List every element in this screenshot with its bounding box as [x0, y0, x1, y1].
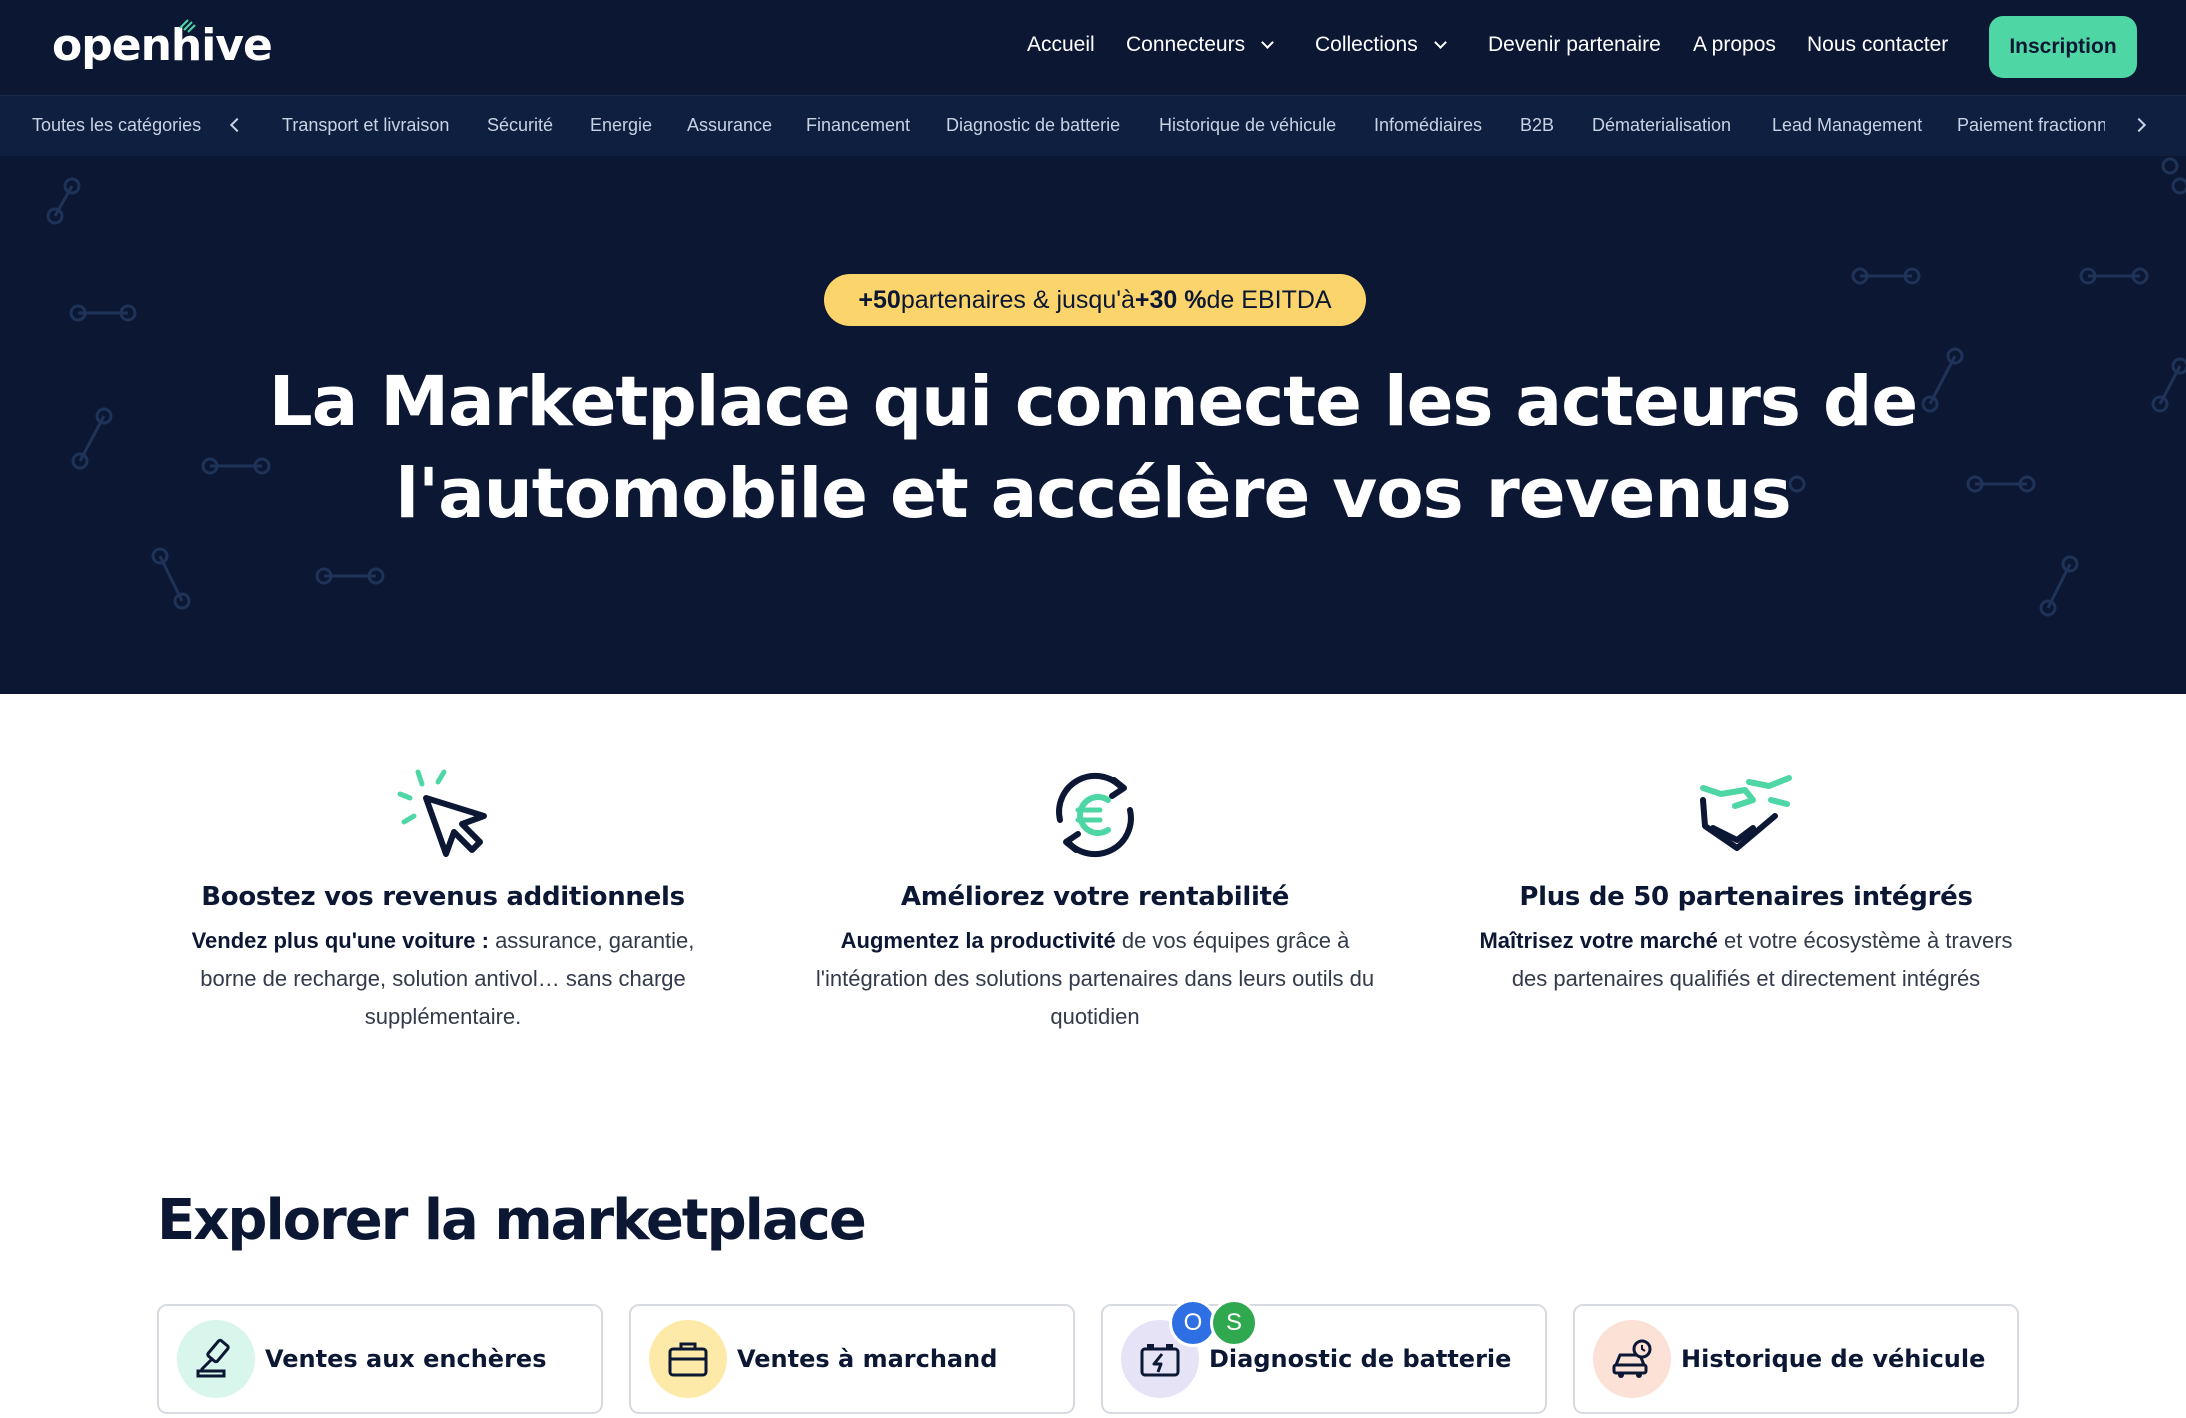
category-item[interactable]: Financement [806, 115, 910, 136]
card-ventes-marchand[interactable]: Ventes à marchand [629, 1304, 1075, 1414]
chevron-right-icon[interactable] [2131, 117, 2147, 133]
feature-title: Boostez vos revenus additionnels [201, 882, 685, 912]
card-label: Historique de véhicule [1681, 1345, 1986, 1373]
category-item[interactable]: Paiement fractionn [1957, 115, 2105, 136]
avatar[interactable]: S [1210, 1299, 1258, 1347]
card-label: Ventes à marchand [737, 1345, 998, 1373]
card-ventes-encheres[interactable]: Ventes aux enchères [157, 1304, 603, 1414]
category-item[interactable]: B2B [1520, 115, 1554, 136]
explore-title: Explorer la marketplace [157, 1188, 867, 1253]
feature-description: Maîtrisez votre marché et votre écosystè… [1479, 928, 2013, 991]
card-label: Diagnostic de batterie [1209, 1345, 1512, 1373]
category-item[interactable]: Historique de véhicule [1159, 115, 1336, 136]
partners-ebitda-badge: +50 partenaires & jusqu'à +30 % de EBITD… [824, 274, 1366, 326]
nav-nous-contacter[interactable]: Nous contacter [1807, 33, 1948, 57]
feature-revenus: Boostez vos revenus additionnels Vendez … [143, 760, 743, 1036]
openhive-logo[interactable]: openhive [52, 19, 273, 71]
euro-refresh-icon [1056, 772, 1134, 858]
feature-description: Vendez plus qu'une voiture : assurance, … [191, 928, 695, 1029]
cursor-click-icon [397, 769, 487, 857]
nav-devenir-partenaire[interactable]: Devenir partenaire [1488, 33, 1661, 57]
top-navigation-bar: openhive Accueil Connecteurs Collections… [0, 0, 2186, 95]
category-item[interactable]: Energie [590, 115, 652, 136]
category-item[interactable]: Transport et livraison [282, 115, 449, 136]
card-diagnostic-batterie[interactable]: Diagnostic de batterie [1101, 1304, 1547, 1414]
feature-rentabilite: Améliorez votre rentabilité Augmentez la… [795, 760, 1395, 1036]
category-item[interactable]: Diagnostic de batterie [946, 115, 1120, 136]
feature-description: Augmentez la productivité de vos équipes… [815, 928, 1375, 1029]
category-bar: Toutes les catégories Transport et livra… [0, 95, 2186, 156]
category-item[interactable]: Dématerialisation [1592, 115, 1731, 136]
category-item[interactable]: Infomédiaires [1374, 115, 1482, 136]
nav-connecteurs-dropdown[interactable]: Connecteurs [1126, 33, 1274, 57]
feature-title: Plus de 50 partenaires intégrés [1519, 882, 1973, 912]
category-item[interactable]: Sécurité [487, 115, 553, 136]
feature-partenaires: Plus de 50 partenaires intégrés Maîtrise… [1446, 760, 2046, 998]
nav-accueil[interactable]: Accueil [1027, 33, 1095, 57]
chevron-down-icon [1433, 35, 1447, 49]
category-all[interactable]: Toutes les catégories [32, 115, 201, 136]
hero-title: La Marketplace qui connecte les acteurs … [268, 362, 1918, 534]
inscription-button[interactable]: Inscription [1989, 16, 2137, 78]
category-item[interactable]: Assurance [687, 115, 772, 136]
auction-gavel-icon [177, 1320, 255, 1398]
nav-collections-dropdown[interactable]: Collections [1315, 33, 1447, 57]
car-history-icon [1593, 1320, 1671, 1398]
feature-title: Améliorez votre rentabilité [900, 882, 1290, 912]
category-item[interactable]: Lead Management [1772, 115, 1922, 136]
handshake-icon [1700, 775, 1792, 851]
chevron-down-icon [1261, 35, 1274, 49]
card-historique-vehicule[interactable]: Historique de véhicule [1573, 1304, 2019, 1414]
card-label: Ventes aux enchères [265, 1345, 547, 1373]
briefcase-icon [649, 1320, 727, 1398]
nav-a-propos[interactable]: A propos [1693, 33, 1776, 57]
logo-mark-icon [179, 19, 196, 33]
hero-section: +50 partenaires & jusqu'à +30 % de EBITD… [0, 156, 2186, 694]
chevron-left-icon[interactable] [229, 117, 245, 133]
